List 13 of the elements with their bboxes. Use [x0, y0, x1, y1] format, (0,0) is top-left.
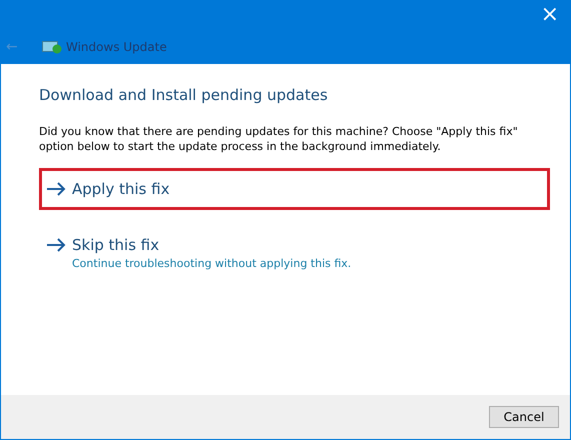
close-button[interactable]: ×	[528, 0, 571, 30]
computer-update-icon	[42, 40, 62, 54]
message-text: Did you know that there are pending updates for this machine? Choose "Apply this fix" option below to start the update process in the background immediately.	[39, 124, 519, 154]
arrow-icon	[46, 182, 66, 196]
fix-option[interactable]: Apply this fix	[39, 168, 550, 210]
option-label: Skip this fix	[72, 236, 160, 254]
cancel-button[interactable]: Cancel	[489, 406, 559, 428]
option-description: Continue troubleshooting without applying this fix.	[72, 257, 352, 270]
page-heading: Download and Install pending updates	[39, 86, 329, 104]
arrow-icon	[46, 238, 66, 252]
window-title: Windows Update	[66, 40, 167, 54]
option-label: Apply this fix	[72, 180, 170, 198]
fix-option[interactable]: Skip this fix Continue troubleshooting without applying this fix.	[39, 224, 550, 282]
